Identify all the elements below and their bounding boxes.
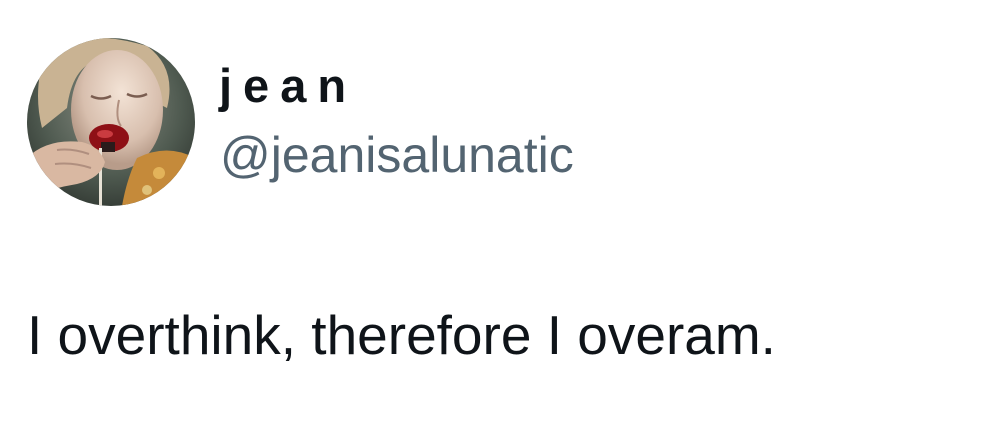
user-handle[interactable]: @jeanisalunatic (220, 130, 574, 180)
tweet-text: I overthink, therefore I overam. (27, 304, 776, 366)
profile-photo-icon (27, 38, 195, 206)
avatar[interactable] (27, 38, 195, 206)
display-name[interactable]: jean (219, 62, 357, 109)
tweet-card: jean @jeanisalunatic I overthink, theref… (0, 0, 1006, 427)
